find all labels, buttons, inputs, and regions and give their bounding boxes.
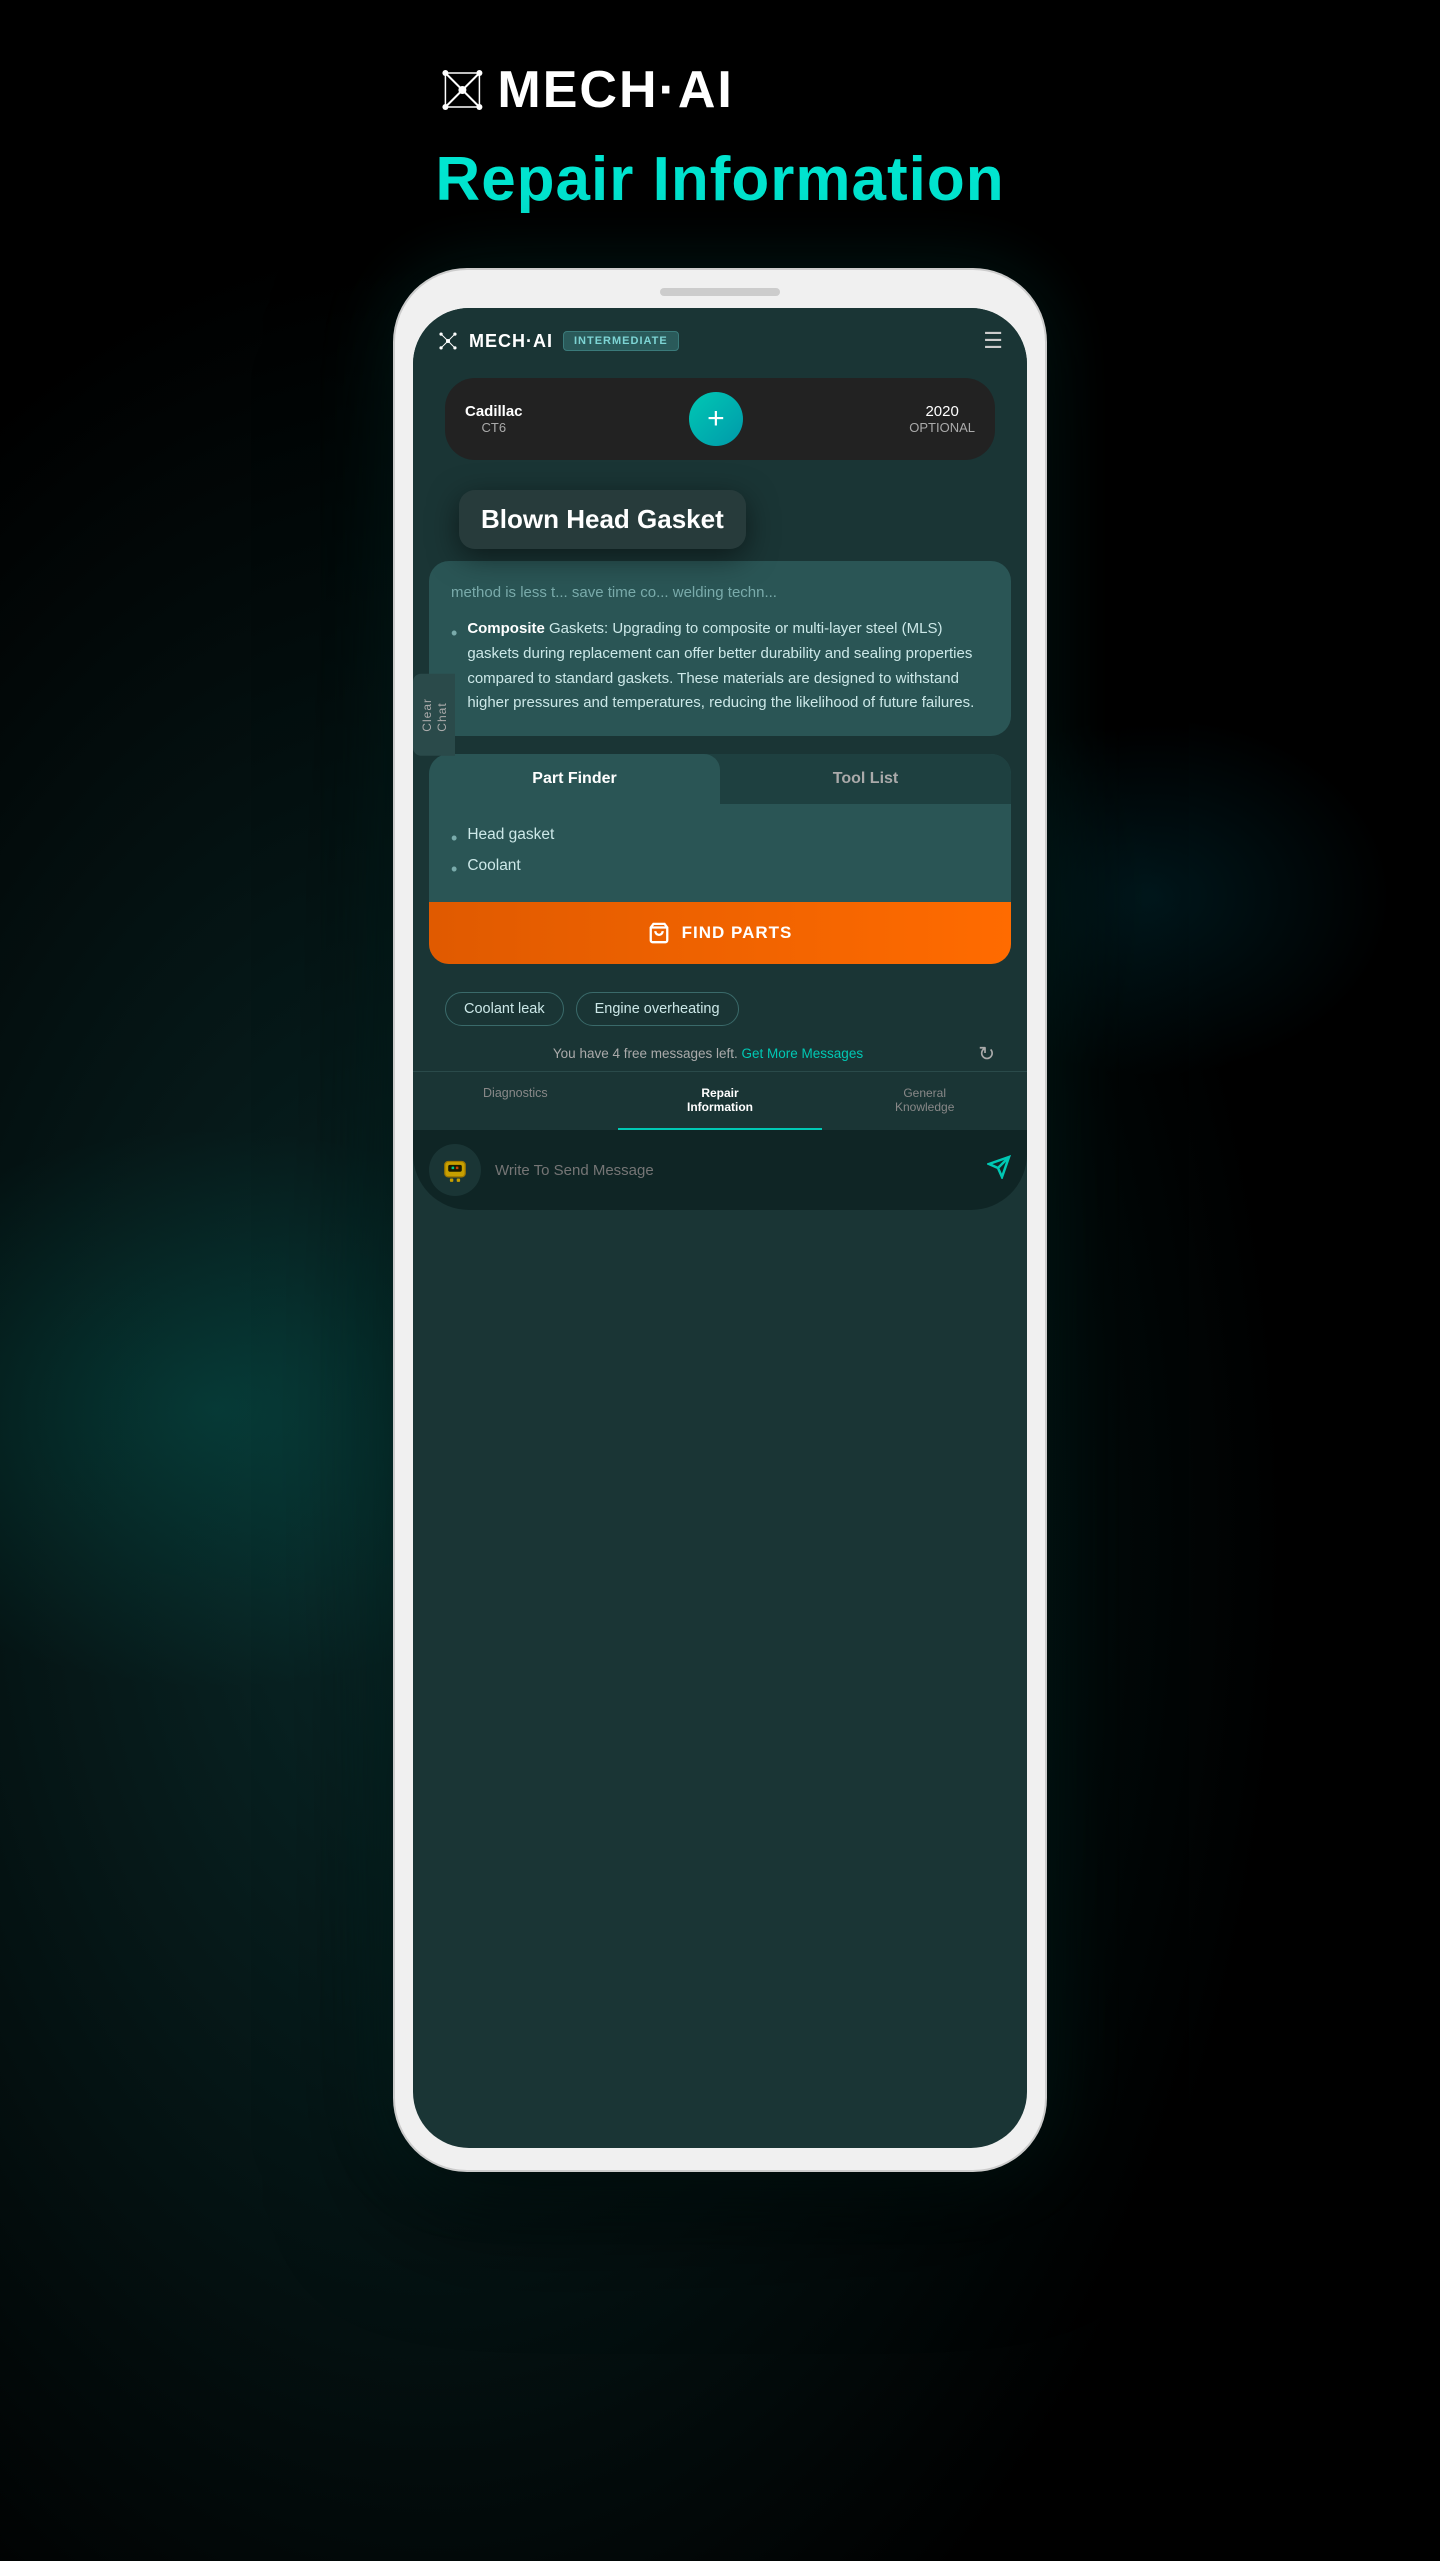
- part-finder-content: • Head gasket • Coolant: [429, 804, 1011, 902]
- vehicle-year-trim: 2020 OPTIONAL: [909, 403, 975, 435]
- part-name-2: Coolant: [467, 857, 520, 880]
- chip-engine-overheating[interactable]: Engine overheating: [576, 992, 739, 1026]
- get-more-messages-link[interactable]: Get More Messages: [742, 1046, 864, 1061]
- message-bubble: method is less t... save time co... weld…: [429, 561, 1011, 736]
- top-branding: MECH·AI Repair Information: [435, 60, 1004, 215]
- level-badge: INTERMEDIATE: [563, 331, 679, 351]
- obd-icon: [429, 1144, 481, 1196]
- message-input-area: [413, 1130, 1027, 1210]
- chip-coolant-leak[interactable]: Coolant leak: [445, 992, 564, 1026]
- message-input[interactable]: [495, 1162, 973, 1179]
- hamburger-button[interactable]: ☰: [983, 330, 1003, 352]
- phone-notch: [660, 288, 780, 296]
- page-title: Repair Information: [435, 144, 1004, 215]
- app-logo-large: MECH·AI: [435, 60, 1004, 120]
- refresh-button[interactable]: ↻: [978, 1041, 995, 1066]
- app-header: MECH·AI INTERMEDIATE ☰: [413, 308, 1027, 368]
- add-vehicle-button[interactable]: +: [689, 392, 743, 446]
- nav-tab-general-knowledge[interactable]: GeneralKnowledge: [822, 1072, 1027, 1130]
- composite-gaskets-bullet: • Composite Gaskets: Upgrading to compos…: [451, 617, 989, 716]
- free-messages-text: You have 4 free messages left.: [553, 1046, 742, 1061]
- suggestion-chips: Coolant leak Engine overheating: [429, 982, 1011, 1036]
- bullet-strong: Composite: [467, 620, 545, 637]
- send-button[interactable]: [987, 1155, 1011, 1185]
- bullet-dot: •: [451, 619, 457, 648]
- find-parts-button[interactable]: FIND PARTS: [429, 902, 1011, 964]
- find-parts-label: FIND PARTS: [682, 923, 793, 943]
- cart-icon: [648, 922, 670, 944]
- nav-tab-repair-info[interactable]: RepairInformation: [618, 1072, 823, 1130]
- part-name-1: Head gasket: [467, 826, 554, 849]
- free-messages-bar: You have 4 free messages left. Get More …: [429, 1036, 1011, 1071]
- bottom-nav: Diagnostics RepairInformation GeneralKno…: [413, 1071, 1027, 1130]
- send-icon-svg: [987, 1155, 1011, 1179]
- part-item-head-gasket: • Head gasket: [451, 822, 989, 853]
- tab-part-finder[interactable]: Part Finder: [429, 754, 720, 804]
- tab-tool-list[interactable]: Tool List: [720, 754, 1011, 804]
- part-bullet-2: •: [451, 859, 457, 880]
- part-item-coolant: • Coolant: [451, 853, 989, 884]
- clear-chat-button[interactable]: Clear Chat: [413, 674, 455, 756]
- part-finder-card: Part Finder Tool List • Head gasket • Co…: [429, 754, 1011, 964]
- app-logo-small: MECH·AI INTERMEDIATE: [437, 330, 679, 352]
- part-bullet-1: •: [451, 828, 457, 849]
- part-finder-tabs: Part Finder Tool List: [429, 754, 1011, 804]
- blown-head-gasket-tooltip: Blown Head Gasket: [459, 490, 746, 549]
- vehicle-selector[interactable]: Cadillac CT6 + 2020 OPTIONAL: [445, 378, 995, 460]
- phone-screen: MECH·AI INTERMEDIATE ☰ Cadillac CT6 + 20…: [413, 308, 1027, 2148]
- chat-area: Blown Head Gasket method is less t... sa…: [413, 474, 1027, 1071]
- nav-tab-diagnostics[interactable]: Diagnostics: [413, 1072, 618, 1130]
- logo-icon-small: [437, 330, 459, 352]
- fade-text: method is less t... save time co... weld…: [451, 581, 989, 605]
- phone-frame: MECH·AI INTERMEDIATE ☰ Cadillac CT6 + 20…: [395, 270, 1045, 2170]
- bullet-body: Composite Gaskets: Upgrading to composit…: [467, 617, 989, 716]
- circuit-icon: [435, 63, 489, 117]
- vehicle-make-model: Cadillac CT6: [465, 403, 523, 435]
- app-name-large: MECH·AI: [497, 60, 733, 120]
- scanner-icon: [438, 1153, 472, 1187]
- phone-container: MECH·AI INTERMEDIATE ☰ Cadillac CT6 + 20…: [395, 270, 1045, 2170]
- app-name-small: MECH·AI: [469, 331, 553, 352]
